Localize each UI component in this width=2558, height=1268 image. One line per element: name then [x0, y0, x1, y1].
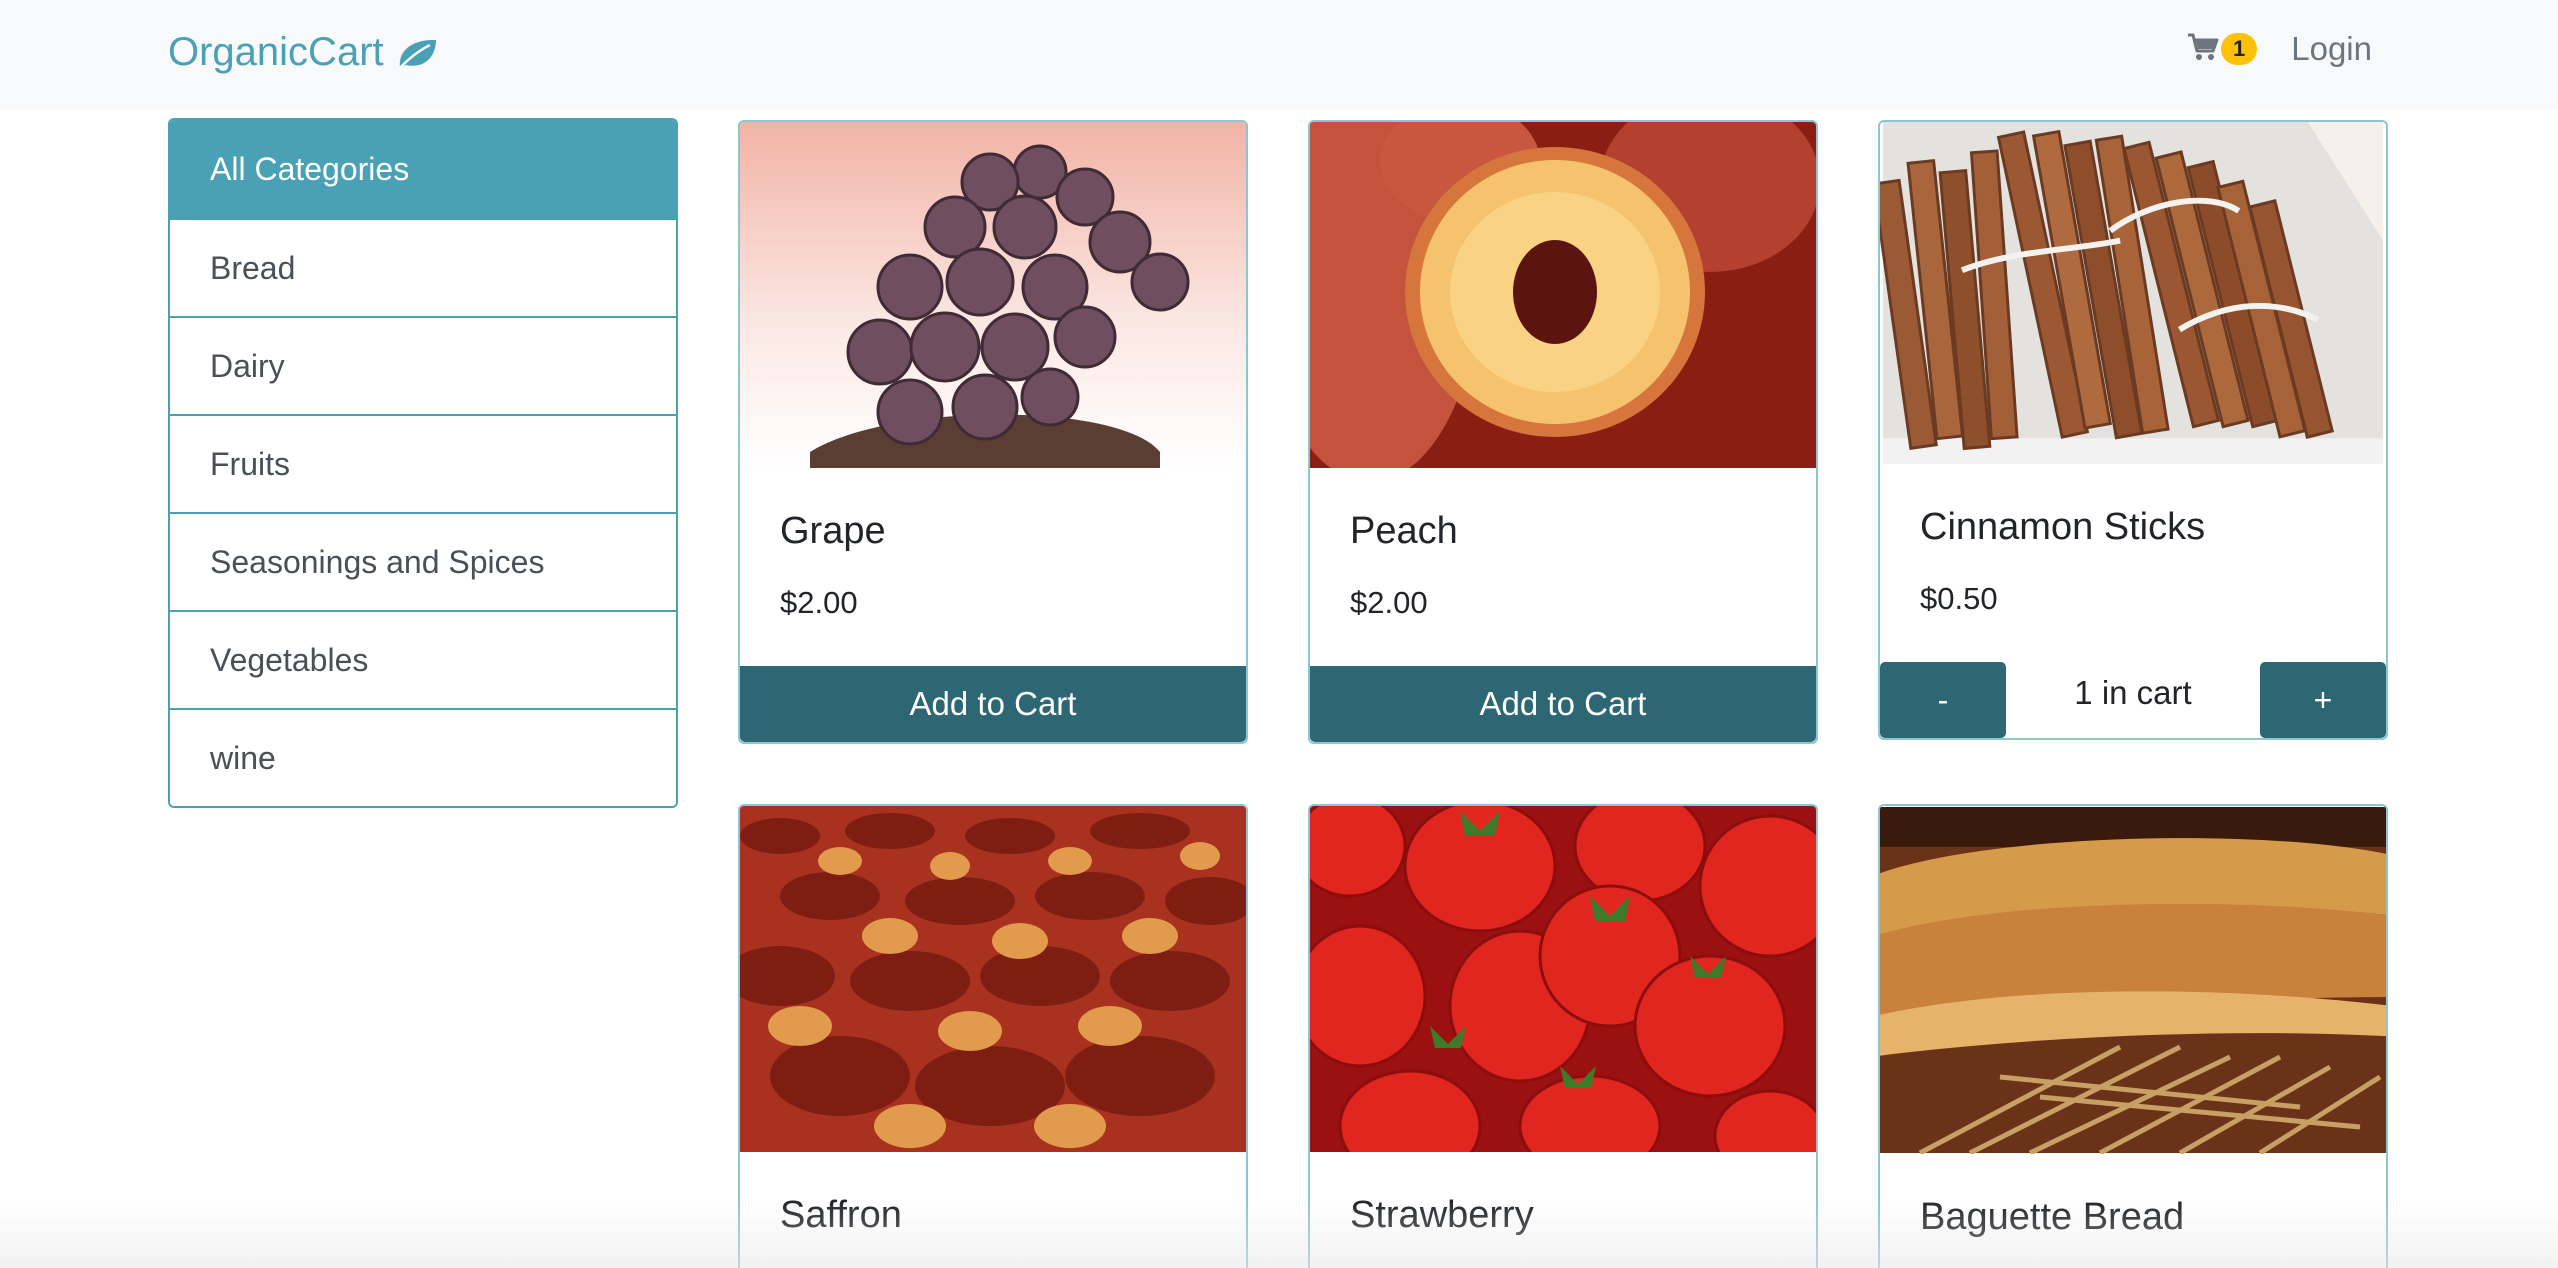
product-card: Saffron — [738, 804, 1248, 1268]
nav-right: 1 Login — [2187, 30, 2372, 68]
product-card: Baguette Bread — [1878, 804, 2388, 1268]
quantity-stepper: - 1 in cart + — [1880, 662, 2386, 738]
product-name: Grape — [780, 510, 886, 552]
product-name: Peach — [1350, 510, 1458, 552]
leaf-icon — [394, 36, 438, 71]
saffron-image — [740, 806, 1246, 1152]
category-vegetables[interactable]: Vegetables — [170, 610, 676, 708]
top-navbar: OrganicCart 1 Login — [0, 0, 2558, 109]
baguette-image — [1880, 807, 2386, 1154]
brand-link[interactable]: OrganicCart — [168, 30, 438, 75]
add-to-cart-button[interactable]: Add to Cart — [1310, 666, 1816, 742]
category-bread[interactable]: Bread — [170, 218, 676, 316]
category-all[interactable]: All Categories — [170, 120, 676, 218]
product-card: Cinnamon Sticks $0.50 - 1 in cart + — [1878, 120, 2388, 740]
category-dairy[interactable]: Dairy — [170, 316, 676, 414]
category-seasonings[interactable]: Seasonings and Spices — [170, 512, 676, 610]
cinnamon-image — [1880, 122, 2384, 464]
product-card: Grape $2.00 Add to Cart — [738, 120, 1248, 744]
category-fruits[interactable]: Fruits — [170, 414, 676, 512]
category-wine[interactable]: wine — [170, 708, 676, 806]
product-name: Saffron — [780, 1194, 902, 1236]
add-to-cart-button[interactable]: Add to Cart — [740, 666, 1246, 742]
cart-count-badge: 1 — [2221, 33, 2258, 65]
product-name: Strawberry — [1350, 1194, 1534, 1236]
peach-image — [1310, 122, 1816, 468]
cart-link[interactable]: 1 — [2187, 32, 2258, 67]
grape-image — [740, 122, 1246, 468]
brand-name: OrganicCart — [168, 30, 384, 74]
cart-quantity: 1 in cart — [2074, 674, 2192, 711]
login-link[interactable]: Login — [2291, 30, 2372, 68]
product-card: Strawberry — [1308, 804, 1818, 1268]
product-price: $2.00 — [780, 585, 858, 620]
product-name: Baguette Bread — [1920, 1196, 2185, 1238]
product-card: Peach $2.00 Add to Cart — [1308, 120, 1818, 744]
product-price: $2.00 — [1350, 585, 1428, 620]
strawberry-image — [1310, 806, 1816, 1152]
shopping-cart-icon — [2187, 32, 2219, 67]
increment-button[interactable]: + — [2259, 662, 2386, 738]
product-name: Cinnamon Sticks — [1920, 506, 2206, 548]
decrement-button[interactable]: - — [1880, 662, 2006, 738]
category-list: All Categories Bread Dairy Fruits Season… — [168, 118, 678, 808]
product-price: $0.50 — [1920, 581, 1998, 616]
